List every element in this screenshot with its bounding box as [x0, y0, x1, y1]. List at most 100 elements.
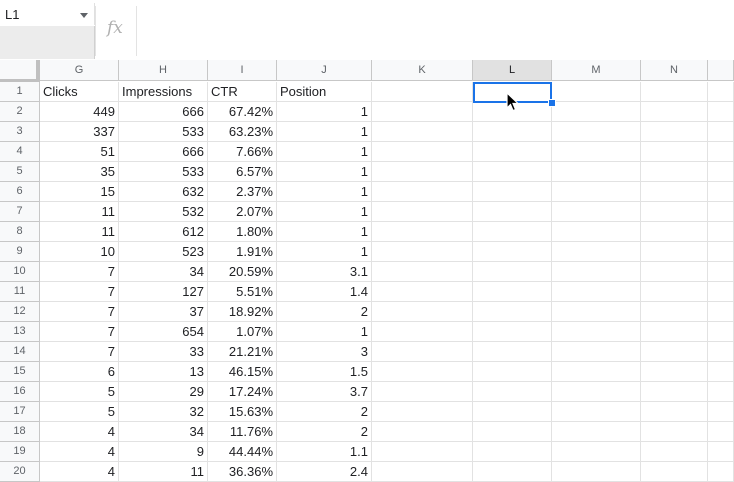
- cell-i14[interactable]: 21.21%: [208, 342, 277, 362]
- cell-h18[interactable]: 34: [119, 422, 208, 442]
- cell-n6[interactable]: [641, 182, 708, 202]
- cell-j7[interactable]: 1: [277, 202, 372, 222]
- cell-h13[interactable]: 654: [119, 322, 208, 342]
- cell-j17[interactable]: 2: [277, 402, 372, 422]
- cell-partial[interactable]: [708, 182, 734, 202]
- cell-k8[interactable]: [372, 222, 473, 242]
- cell-partial[interactable]: [708, 382, 734, 402]
- column-header-l[interactable]: L: [473, 60, 552, 81]
- cell-m11[interactable]: [552, 282, 641, 302]
- cell-g1[interactable]: Clicks: [40, 82, 119, 102]
- cell-j5[interactable]: 1: [277, 162, 372, 182]
- cell-partial[interactable]: [708, 102, 734, 122]
- cell-m17[interactable]: [552, 402, 641, 422]
- cell-g3[interactable]: 337: [40, 122, 119, 142]
- cell-k10[interactable]: [372, 262, 473, 282]
- cell-n5[interactable]: [641, 162, 708, 182]
- row-header[interactable]: 20: [0, 462, 40, 482]
- cell-j14[interactable]: 3: [277, 342, 372, 362]
- cell-l6[interactable]: [473, 182, 552, 202]
- cell-j18[interactable]: 2: [277, 422, 372, 442]
- row-header[interactable]: 15: [0, 362, 40, 382]
- cell-h6[interactable]: 632: [119, 182, 208, 202]
- cell-m3[interactable]: [552, 122, 641, 142]
- cell-n18[interactable]: [641, 422, 708, 442]
- cell-g9[interactable]: 10: [40, 242, 119, 262]
- cell-l13[interactable]: [473, 322, 552, 342]
- column-header-n[interactable]: N: [641, 60, 708, 81]
- cell-h12[interactable]: 37: [119, 302, 208, 322]
- cell-g11[interactable]: 7: [40, 282, 119, 302]
- cell-j10[interactable]: 3.1: [277, 262, 372, 282]
- row-header[interactable]: 8: [0, 222, 40, 242]
- cell-h17[interactable]: 32: [119, 402, 208, 422]
- cell-i17[interactable]: 15.63%: [208, 402, 277, 422]
- cell-h8[interactable]: 612: [119, 222, 208, 242]
- cell-j9[interactable]: 1: [277, 242, 372, 262]
- cell-i8[interactable]: 1.80%: [208, 222, 277, 242]
- cell-l14[interactable]: [473, 342, 552, 362]
- cell-i10[interactable]: 20.59%: [208, 262, 277, 282]
- cell-j4[interactable]: 1: [277, 142, 372, 162]
- cell-k6[interactable]: [372, 182, 473, 202]
- cell-k1[interactable]: [372, 82, 473, 102]
- cell-k20[interactable]: [372, 462, 473, 482]
- fill-handle[interactable]: [548, 99, 556, 107]
- cell-l17[interactable]: [473, 402, 552, 422]
- cell-partial[interactable]: [708, 162, 734, 182]
- cell-n10[interactable]: [641, 262, 708, 282]
- cell-k2[interactable]: [372, 102, 473, 122]
- cell-i16[interactable]: 17.24%: [208, 382, 277, 402]
- row-header[interactable]: 13: [0, 322, 40, 342]
- cell-l10[interactable]: [473, 262, 552, 282]
- cell-m13[interactable]: [552, 322, 641, 342]
- cell-h11[interactable]: 127: [119, 282, 208, 302]
- cell-j8[interactable]: 1: [277, 222, 372, 242]
- cell-l8[interactable]: [473, 222, 552, 242]
- cell-i12[interactable]: 18.92%: [208, 302, 277, 322]
- cell-partial[interactable]: [708, 342, 734, 362]
- row-header[interactable]: 12: [0, 302, 40, 322]
- cell-g10[interactable]: 7: [40, 262, 119, 282]
- column-header-k[interactable]: K: [372, 60, 473, 81]
- row-header[interactable]: 5: [0, 162, 40, 182]
- cell-n16[interactable]: [641, 382, 708, 402]
- cell-k12[interactable]: [372, 302, 473, 322]
- row-header[interactable]: 6: [0, 182, 40, 202]
- cell-h1[interactable]: Impressions: [119, 82, 208, 102]
- cell-n20[interactable]: [641, 462, 708, 482]
- cell-i3[interactable]: 63.23%: [208, 122, 277, 142]
- row-header[interactable]: 14: [0, 342, 40, 362]
- dropdown-arrow-icon[interactable]: [80, 13, 88, 18]
- cell-n19[interactable]: [641, 442, 708, 462]
- cell-m2[interactable]: [552, 102, 641, 122]
- cell-n15[interactable]: [641, 362, 708, 382]
- cell-partial[interactable]: [708, 222, 734, 242]
- column-header-i[interactable]: I: [208, 60, 277, 81]
- cell-n3[interactable]: [641, 122, 708, 142]
- cell-j19[interactable]: 1.1: [277, 442, 372, 462]
- cell-l5[interactable]: [473, 162, 552, 182]
- cell-n11[interactable]: [641, 282, 708, 302]
- cell-g13[interactable]: 7: [40, 322, 119, 342]
- formula-input[interactable]: [140, 6, 730, 56]
- cell-m19[interactable]: [552, 442, 641, 462]
- cell-partial[interactable]: [708, 322, 734, 342]
- cell-h2[interactable]: 666: [119, 102, 208, 122]
- cell-l19[interactable]: [473, 442, 552, 462]
- cell-n8[interactable]: [641, 222, 708, 242]
- column-header-g[interactable]: G: [40, 60, 119, 81]
- cell-k16[interactable]: [372, 382, 473, 402]
- row-header[interactable]: 1: [0, 82, 40, 102]
- cell-h16[interactable]: 29: [119, 382, 208, 402]
- cell-n2[interactable]: [641, 102, 708, 122]
- cell-partial[interactable]: [708, 82, 734, 102]
- cell-k15[interactable]: [372, 362, 473, 382]
- row-header[interactable]: 17: [0, 402, 40, 422]
- row-header[interactable]: 11: [0, 282, 40, 302]
- cell-partial[interactable]: [708, 402, 734, 422]
- cell-k19[interactable]: [372, 442, 473, 462]
- cell-k14[interactable]: [372, 342, 473, 362]
- cell-g12[interactable]: 7: [40, 302, 119, 322]
- cell-n1[interactable]: [641, 82, 708, 102]
